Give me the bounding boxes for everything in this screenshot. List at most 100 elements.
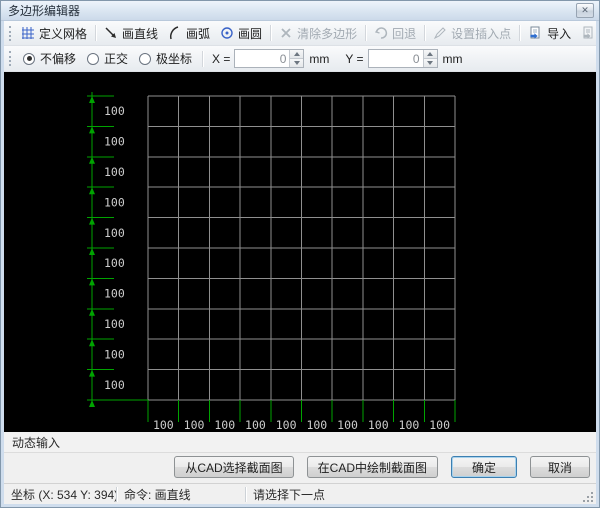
export-icon <box>581 26 596 40</box>
grid-dimension-label: 100 <box>276 418 297 432</box>
grid-canvas-svg: 100 100 100 100 100 100 100 100 100 100 100 100 100 1… <box>4 72 596 432</box>
cancel-button[interactable]: 取消 <box>530 456 590 478</box>
grid-dimension-label: 100 <box>153 418 174 432</box>
toolbar-button-label: 回退 <box>392 25 416 42</box>
toolbar-button-grid[interactable]: 定义网格 <box>16 23 92 44</box>
grid-dimension-label: 100 <box>429 418 450 432</box>
toolbar-button-diagonal-line[interactable]: 画直线 <box>99 23 163 44</box>
toolbar-button-insert-point: 设置插入点 <box>428 23 516 44</box>
radio-label: 正交 <box>104 50 128 67</box>
toolbar-items: 定义网格画直线画弧画圆清除多边形回退设置插入点导入导出查询多边形库 <box>16 23 596 44</box>
grid-dimension-label: 100 <box>104 226 125 240</box>
x-coordinate-value: 0 <box>235 50 289 67</box>
radio-circle-icon <box>87 53 99 65</box>
dynamic-input-bar: 动态输入 <box>4 432 596 453</box>
radio-selected-option[interactable]: 不偏移 <box>19 50 83 67</box>
grid-dimension-label: 100 <box>368 418 389 432</box>
options-grip-icon <box>9 51 14 66</box>
radio-label: 不偏移 <box>40 50 76 67</box>
options-toolbar: 不偏移 正交 极坐标 X = 0 mm Y = 0 mm <box>4 46 596 72</box>
status-bar: 坐标 (X: 534 Y: 394) 命令: 画直线 请选择下一点 <box>4 483 596 504</box>
toolbar-button-label: 画弧 <box>186 25 210 42</box>
insert-point-icon <box>433 26 447 40</box>
grid-dimension-label: 100 <box>104 287 125 301</box>
close-icon[interactable]: ✕ <box>576 3 594 18</box>
toolbar-button-import[interactable]: 导入 <box>523 23 576 44</box>
radio-option[interactable]: 正交 <box>83 50 135 67</box>
grid-dimension-label: 100 <box>184 418 205 432</box>
offset-mode-radios: 不偏移 正交 极坐标 <box>19 50 199 67</box>
resize-grip-icon[interactable] <box>583 492 594 503</box>
grid-dimension-label: 100 <box>104 347 125 361</box>
y-spinner <box>423 50 437 67</box>
toolbar-separator <box>424 25 425 41</box>
radio-circle-icon <box>139 53 151 65</box>
toolbar-separator <box>270 25 271 41</box>
toolbar-button-label: 画圆 <box>238 25 262 42</box>
toolbar-grip-icon <box>9 26 11 41</box>
radio-option[interactable]: 极坐标 <box>135 50 199 67</box>
dialog-body: 定义网格画直线画弧画圆清除多边形回退设置插入点导入导出查询多边形库 不偏移正交极… <box>4 21 596 504</box>
arc-icon <box>168 26 182 40</box>
grid-dimension-label: 100 <box>214 418 235 432</box>
x-coordinate-label: X = <box>212 52 230 66</box>
radio-circle-icon <box>23 53 35 65</box>
grid-dimension-label: 100 <box>104 378 125 392</box>
toolbar-button-label: 画直线 <box>122 25 158 42</box>
footer-button-row: 从CAD选择截面图在CAD中绘制截面图确定取消 <box>4 453 596 483</box>
status-coordinates: 坐标 (X: 534 Y: 394) <box>4 484 116 504</box>
x-spin-down-icon[interactable] <box>290 58 303 67</box>
x-spinner <box>289 50 303 67</box>
toolbar-button-clear-x: 清除多边形 <box>274 23 362 44</box>
status-prompt: 请选择下一点 <box>246 484 596 504</box>
toolbar-button-export: 导出 <box>576 23 596 44</box>
status-command: 命令: 画直线 <box>117 484 245 504</box>
y-coordinate-value: 0 <box>369 50 423 67</box>
y-unit-label: mm <box>443 52 463 66</box>
undo-icon <box>374 26 388 40</box>
toolbar-separator <box>519 25 520 41</box>
radio-label: 极坐标 <box>156 50 192 67</box>
grid-dimension-label: 100 <box>245 418 266 432</box>
circle-icon <box>220 26 234 40</box>
dynamic-input-label[interactable]: 动态输入 <box>12 434 60 451</box>
toolbar-button-undo: 回退 <box>369 23 421 44</box>
clear-x-icon <box>279 26 293 40</box>
y-spin-up-icon[interactable] <box>424 50 437 58</box>
grid-dimension-label: 100 <box>399 418 420 432</box>
grid-dimension-label: 100 <box>104 165 125 179</box>
toolbar-separator <box>365 25 366 41</box>
polygon-editor-dialog: 多边形编辑器 ✕ 定义网格画直线画弧画圆清除多边形回退设置插入点导入导出查询多边… <box>0 0 600 508</box>
y-coordinate-label: Y = <box>345 52 363 66</box>
import-icon <box>528 26 543 40</box>
options-separator <box>202 51 203 67</box>
grid-dimension-label: 100 <box>337 418 358 432</box>
main-toolbar: 定义网格画直线画弧画圆清除多边形回退设置插入点导入导出查询多边形库 <box>4 21 596 46</box>
window-title: 多边形编辑器 <box>8 2 576 19</box>
ok-button[interactable]: 确定 <box>451 456 517 478</box>
toolbar-button-label: 设置插入点 <box>451 25 511 42</box>
draw-in-cad-button[interactable]: 在CAD中绘制截面图 <box>307 456 438 478</box>
x-spin-up-icon[interactable] <box>290 50 303 58</box>
y-coordinate-input[interactable]: 0 <box>368 49 438 68</box>
grid-dimension-label: 100 <box>306 418 327 432</box>
grid-dimension-label: 100 <box>104 317 125 331</box>
y-spin-down-icon[interactable] <box>424 58 437 67</box>
drawing-canvas[interactable]: 100 100 100 100 100 100 100 100 100 100 100 100 100 1… <box>4 72 596 432</box>
x-coordinate-input[interactable]: 0 <box>234 49 304 68</box>
toolbar-button-label: 导入 <box>547 25 571 42</box>
grid-dimension-label: 100 <box>104 135 125 149</box>
toolbar-button-label: 清除多边形 <box>297 25 357 42</box>
grid-dimension-label: 100 <box>104 104 125 118</box>
toolbar-button-label: 定义网格 <box>39 25 87 42</box>
toolbar-button-arc[interactable]: 画弧 <box>163 23 215 44</box>
grid-dimension-label: 100 <box>104 256 125 270</box>
select-from-cad-button[interactable]: 从CAD选择截面图 <box>174 456 293 478</box>
toolbar-separator <box>95 25 96 41</box>
grid-icon <box>21 26 35 40</box>
grid-dimension-label: 100 <box>104 195 125 209</box>
titlebar: 多边形编辑器 ✕ <box>1 1 599 21</box>
x-unit-label: mm <box>309 52 329 66</box>
toolbar-button-circle[interactable]: 画圆 <box>215 23 267 44</box>
diagonal-line-icon <box>104 26 118 40</box>
